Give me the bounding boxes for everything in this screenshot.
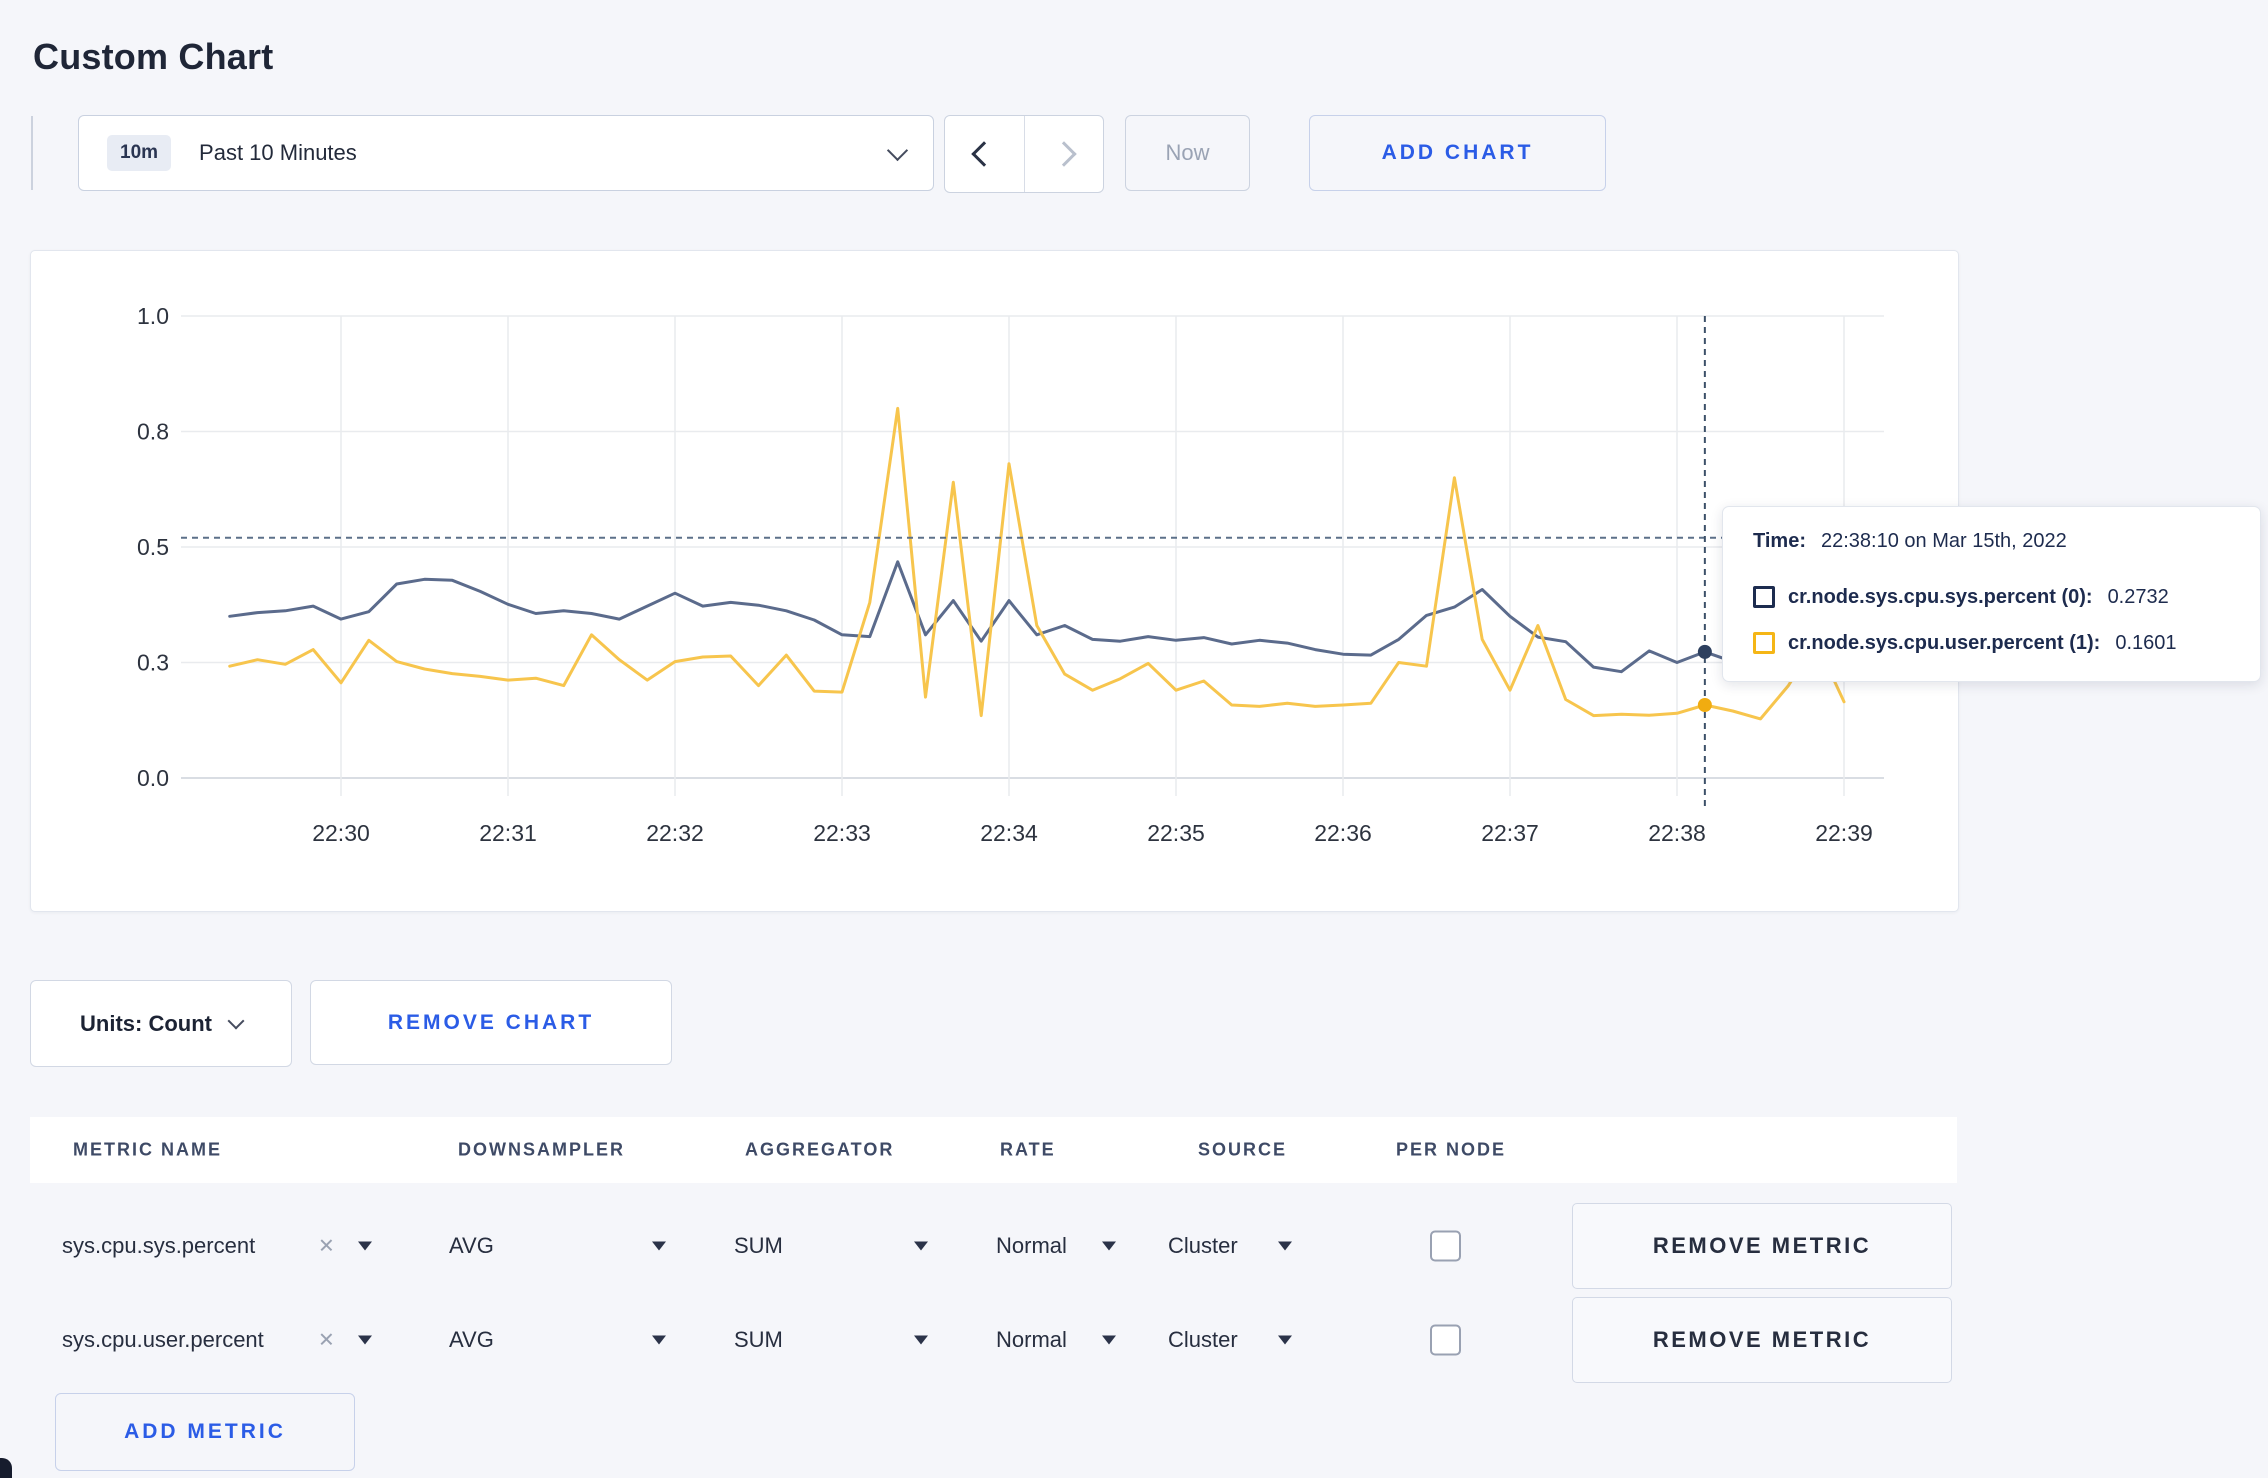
page-title: Custom Chart xyxy=(33,36,274,78)
chart-tooltip: Time: 22:38:10 on Mar 15th, 2022 cr.node… xyxy=(1722,506,2261,682)
caret-down-icon[interactable] xyxy=(914,1335,928,1345)
chart-canvas[interactable]: 0.0 0.3 0.5 0.8 1.0 22:30 22:31 22:32 22:33 22:34… xyxy=(31,251,1958,911)
source-select[interactable]: Cluster xyxy=(1168,1233,1238,1259)
tooltip-time-row: Time: 22:38:10 on Mar 15th, 2022 xyxy=(1753,527,2067,555)
chevron-left-icon xyxy=(971,141,997,167)
per-node-checkbox[interactable] xyxy=(1430,1324,1461,1356)
svg-text:0.0: 0.0 xyxy=(137,765,169,791)
caret-down-icon[interactable] xyxy=(358,1335,372,1345)
source-select[interactable]: Cluster xyxy=(1168,1327,1238,1353)
svg-text:22:32: 22:32 xyxy=(646,820,704,846)
downsampler-select[interactable]: AVG xyxy=(449,1233,494,1259)
per-node-checkbox[interactable] xyxy=(1430,1230,1461,1262)
table-row: sys.cpu.sys.percent ✕ AVG SUM Normal Clu… xyxy=(30,1200,1957,1292)
downsampler-select[interactable]: AVG xyxy=(449,1327,494,1353)
svg-text:22:38: 22:38 xyxy=(1648,820,1706,846)
add-metric-button[interactable]: ADD METRIC xyxy=(55,1393,355,1471)
caret-down-icon[interactable] xyxy=(652,1241,666,1251)
metric-name-select[interactable]: sys.cpu.user.percent xyxy=(62,1327,264,1353)
aggregator-select[interactable]: SUM xyxy=(734,1327,783,1353)
metrics-table-header: METRIC NAME DOWNSAMPLER AGGREGATOR RATE … xyxy=(30,1117,1957,1183)
prev-range-button[interactable] xyxy=(945,116,1025,192)
remove-metric-button[interactable]: REMOVE METRIC xyxy=(1572,1297,1952,1383)
tooltip-series-row: cr.node.sys.cpu.sys.percent (0): 0.2732 xyxy=(1753,583,2169,611)
chevron-down-icon xyxy=(886,139,909,161)
series-swatch-icon xyxy=(1753,632,1775,654)
rate-select[interactable]: Normal xyxy=(996,1327,1067,1353)
time-range-label: Past 10 Minutes xyxy=(199,140,357,165)
caret-down-icon[interactable] xyxy=(1278,1241,1292,1251)
caret-down-icon[interactable] xyxy=(1278,1335,1292,1345)
remove-metric-button[interactable]: REMOVE METRIC xyxy=(1572,1203,1952,1289)
toolbar-divider xyxy=(31,116,33,190)
time-range-select[interactable]: 10m Past 10 Minutes xyxy=(78,115,934,191)
add-chart-button[interactable]: ADD CHART xyxy=(1309,115,1606,191)
custom-chart-page: Custom Chart 10m Past 10 Minutes Now ADD… xyxy=(0,0,2268,1478)
tooltip-series-label: cr.node.sys.cpu.sys.percent (0): xyxy=(1788,585,2093,608)
tooltip-series-value: 0.2732 xyxy=(2107,585,2169,608)
svg-text:22:39: 22:39 xyxy=(1815,820,1873,846)
svg-text:22:35: 22:35 xyxy=(1147,820,1205,846)
svg-text:22:36: 22:36 xyxy=(1314,820,1372,846)
tooltip-series-label: cr.node.sys.cpu.user.percent (1): xyxy=(1788,631,2101,654)
table-row: sys.cpu.user.percent ✕ AVG SUM Normal Cl… xyxy=(30,1294,1957,1386)
close-icon[interactable]: ✕ xyxy=(318,1234,335,1259)
svg-text:22:30: 22:30 xyxy=(312,820,370,846)
time-nav-group xyxy=(944,115,1104,193)
remove-chart-button[interactable]: REMOVE CHART xyxy=(310,980,672,1065)
caret-down-icon[interactable] xyxy=(1102,1241,1116,1251)
col-header-metric-name: METRIC NAME xyxy=(73,1139,222,1160)
col-header-source: SOURCE xyxy=(1198,1139,1288,1160)
next-range-button[interactable] xyxy=(1025,116,1104,192)
chart-card: 0.0 0.3 0.5 0.8 1.0 22:30 22:31 22:32 22:33 22:34… xyxy=(30,250,1959,912)
close-icon[interactable]: ✕ xyxy=(318,1328,335,1353)
tooltip-time-value: 22:38:10 on Mar 15th, 2022 xyxy=(1820,529,2067,552)
tooltip-series-row: cr.node.sys.cpu.user.percent (1): 0.1601 xyxy=(1753,629,2177,657)
svg-text:22:37: 22:37 xyxy=(1481,820,1539,846)
aggregator-select[interactable]: SUM xyxy=(734,1233,783,1259)
tooltip-time-label: Time: xyxy=(1753,529,1806,552)
caret-down-icon[interactable] xyxy=(652,1335,666,1345)
svg-text:22:34: 22:34 xyxy=(980,820,1038,846)
now-button[interactable]: Now xyxy=(1125,115,1250,191)
svg-text:0.5: 0.5 xyxy=(137,534,169,560)
col-header-downsampler: DOWNSAMPLER xyxy=(458,1139,625,1160)
svg-text:22:31: 22:31 xyxy=(479,820,537,846)
chevron-right-icon xyxy=(1051,141,1077,167)
col-header-per-node: PER NODE xyxy=(1396,1139,1507,1160)
rate-select[interactable]: Normal xyxy=(996,1233,1067,1259)
tooltip-series-value: 0.1601 xyxy=(2115,631,2177,654)
units-select[interactable]: Units: Count xyxy=(30,980,292,1067)
col-header-rate: RATE xyxy=(1000,1139,1056,1160)
chevron-down-icon xyxy=(227,1012,245,1030)
svg-text:22:33: 22:33 xyxy=(813,820,871,846)
metric-name-select[interactable]: sys.cpu.sys.percent xyxy=(62,1233,255,1259)
series-swatch-icon xyxy=(1753,586,1775,608)
time-range-badge: 10m xyxy=(107,135,172,171)
caret-down-icon[interactable] xyxy=(1102,1335,1116,1345)
corner-artifact xyxy=(0,1458,12,1478)
svg-text:0.3: 0.3 xyxy=(137,650,169,676)
svg-text:0.8: 0.8 xyxy=(137,419,169,445)
units-label: Units: Count xyxy=(80,1010,212,1036)
col-header-aggregator: AGGREGATOR xyxy=(745,1139,895,1160)
caret-down-icon[interactable] xyxy=(358,1241,372,1251)
svg-text:1.0: 1.0 xyxy=(137,303,169,329)
caret-down-icon[interactable] xyxy=(914,1241,928,1251)
